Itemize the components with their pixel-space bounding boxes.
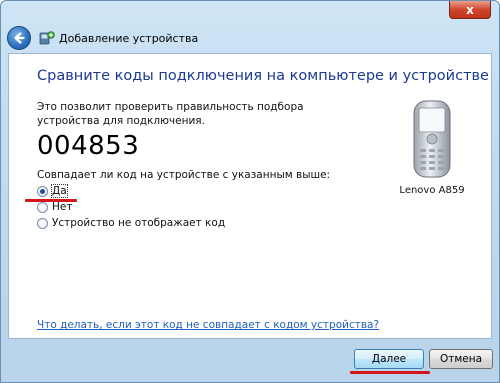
- mobile-phone-icon: [413, 100, 451, 178]
- wizard-content: Сравните коды подключения на компьютере …: [8, 53, 492, 339]
- pairing-code: 004853: [37, 131, 140, 161]
- match-options: Да Нет Устройство не отображает код: [37, 183, 225, 231]
- next-button[interactable]: Далее: [354, 349, 424, 369]
- match-question: Совпадает ли код на устройстве с указанн…: [37, 169, 331, 181]
- back-arrow-icon: [14, 32, 25, 44]
- device-name: Lenovo A859: [399, 185, 465, 196]
- cancel-button[interactable]: Отмена: [429, 349, 493, 369]
- help-link[interactable]: Что делать, если этот код не совпадает с…: [37, 319, 379, 331]
- option-no-code-radio[interactable]: [37, 217, 48, 229]
- window-title: Добавление устройства: [59, 31, 199, 45]
- option-no-code-label[interactable]: Устройство не отображает код: [52, 217, 225, 229]
- option-no-radio[interactable]: [37, 201, 48, 213]
- add-device-wizard-window: x Добавление устройства Сравните коды по…: [0, 0, 500, 383]
- device-panel: Lenovo A859: [392, 99, 472, 196]
- radio-selected-dot: [40, 188, 45, 194]
- close-icon: x: [466, 2, 474, 17]
- option-no-label[interactable]: Нет: [52, 201, 72, 213]
- back-button[interactable]: [7, 26, 31, 50]
- wizard-header: Добавление устройства: [7, 25, 493, 51]
- page-heading: Сравните коды подключения на компьютере …: [37, 68, 489, 84]
- annotation-underline-next: [350, 371, 430, 374]
- option-no-code[interactable]: Устройство не отображает код: [37, 215, 225, 231]
- option-yes-radio[interactable]: [37, 185, 48, 197]
- close-button[interactable]: x: [449, 1, 491, 19]
- page-description: Это позволит проверить правильность подб…: [37, 101, 304, 127]
- option-yes[interactable]: Да: [37, 183, 225, 199]
- annotation-underline-yes: [25, 199, 77, 202]
- option-yes-label[interactable]: Да: [51, 184, 68, 198]
- add-device-icon: [39, 30, 55, 46]
